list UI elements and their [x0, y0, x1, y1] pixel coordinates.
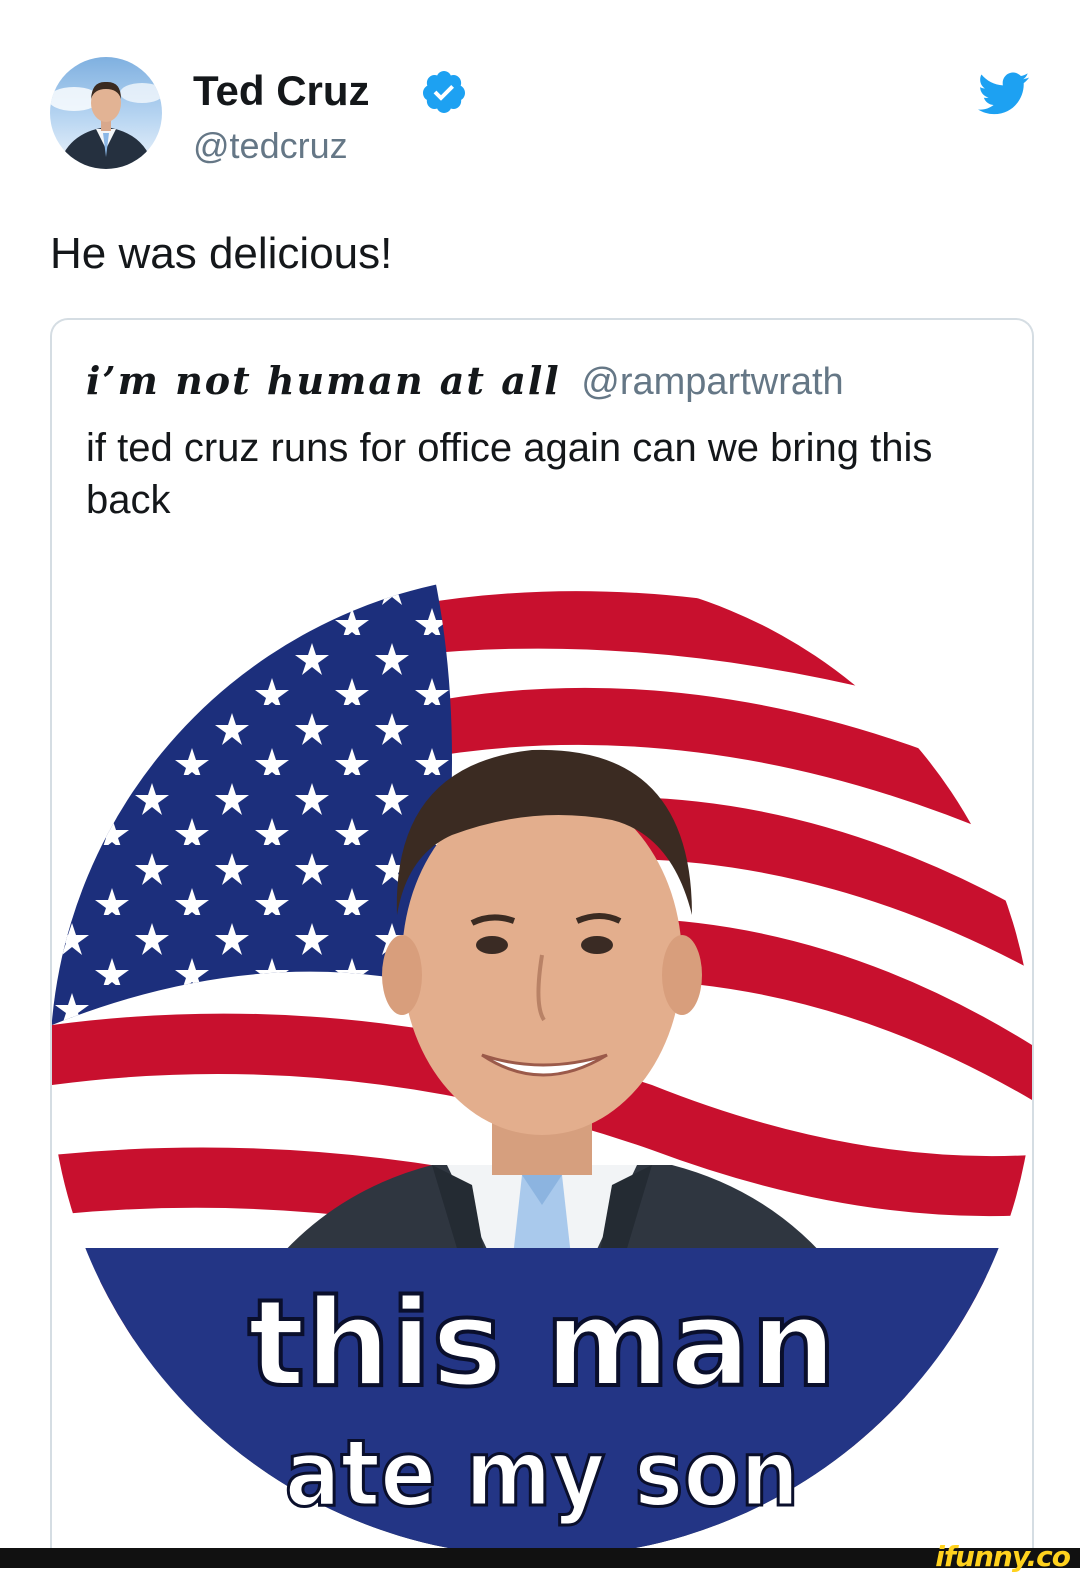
- author-avatar[interactable]: [50, 57, 162, 169]
- twitter-bird-icon[interactable]: [978, 72, 1030, 116]
- author-handle[interactable]: @tedcruz: [193, 124, 348, 168]
- banner-line-1: this man: [248, 1275, 837, 1414]
- quoted-author-name[interactable]: i’m not human at all: [86, 358, 561, 403]
- author-display-name[interactable]: Ted Cruz: [193, 66, 370, 116]
- tweet-text: He was delicious!: [50, 229, 393, 278]
- footer-bar: [0, 1548, 1080, 1568]
- quoted-tweet-header: i’m not human at all @rampartwrath: [86, 358, 844, 405]
- quoted-tweet-image[interactable]: this man ate my son: [52, 565, 1032, 1558]
- banner-line-2: ate my son: [285, 1420, 799, 1527]
- ifunny-watermark: ifunny.co: [935, 1540, 1071, 1573]
- quoted-tweet-text: if ted cruz runs for office again can we…: [86, 426, 933, 522]
- quoted-tweet-card[interactable]: i’m not human at all @rampartwrath if te…: [50, 318, 1034, 1558]
- quoted-author-handle[interactable]: @rampartwrath: [581, 361, 843, 403]
- verified-icon: [423, 71, 465, 113]
